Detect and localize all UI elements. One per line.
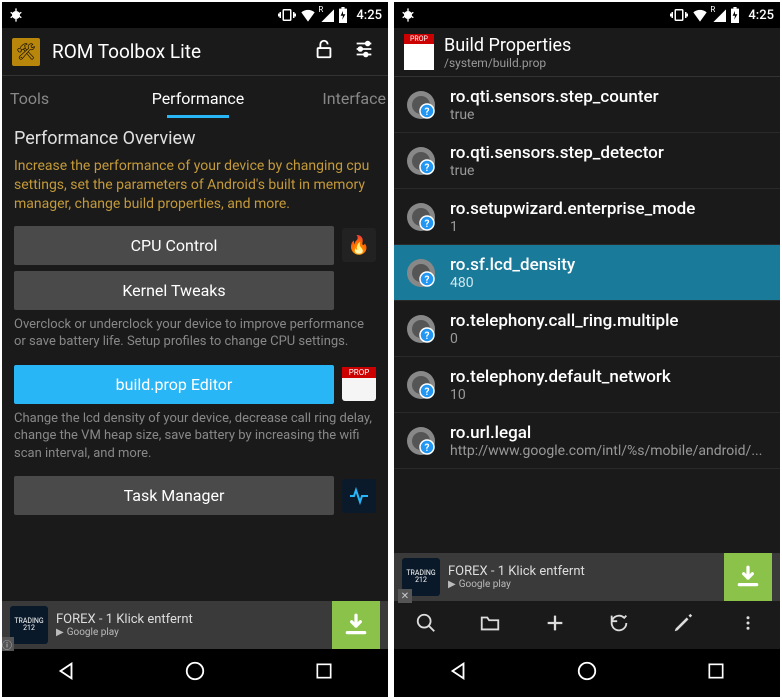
gear-icon <box>404 144 438 178</box>
page-path: /system/build.prop <box>444 56 770 70</box>
settings-sliders-icon[interactable] <box>350 38 378 65</box>
back-button[interactable] <box>428 660 488 687</box>
pulse-icon[interactable] <box>342 479 376 513</box>
status-time: 4:25 <box>356 8 382 23</box>
prop-key: ro.url.legal <box>450 423 770 443</box>
ad-title: FOREX - 1 Klick entfernt <box>448 564 716 579</box>
cpu-control-button[interactable]: CPU Control <box>14 226 334 265</box>
cpu-desc: Overclock or underclock your device to i… <box>14 316 376 351</box>
prop-value: true <box>450 107 770 123</box>
battery-icon <box>730 7 740 23</box>
tab-performance[interactable]: Performance <box>135 89 260 118</box>
status-time: 4:25 <box>748 8 774 23</box>
tab-bar: Tools Performance Interface <box>2 76 388 118</box>
prop-row[interactable]: ro.telephony.call_ring.multiple0 <box>394 301 780 357</box>
download-icon[interactable] <box>332 601 380 649</box>
gear-icon <box>404 368 438 402</box>
restore-icon[interactable] <box>599 612 639 639</box>
fire-icon[interactable]: 🔥 <box>342 228 376 262</box>
search-icon[interactable] <box>406 612 446 639</box>
ad-info-icon[interactable]: ⓘ <box>2 637 14 651</box>
gear-icon <box>404 200 438 234</box>
wifi-icon <box>300 8 316 22</box>
prop-file-icon[interactable]: PROP <box>342 367 376 401</box>
unlock-icon[interactable] <box>310 38 338 65</box>
prop-key: ro.qti.sensors.step_detector <box>450 143 770 163</box>
signal-icon: R <box>712 8 726 22</box>
ad-title: FOREX - 1 Klick entfernt <box>56 612 324 627</box>
ad-text: FOREX - 1 Klick entfernt ▶ Google play <box>448 564 716 590</box>
prop-row[interactable]: ro.sf.lcd_density480 <box>394 245 780 301</box>
ad-banner[interactable]: TRADING212 FOREX - 1 Klick entfernt ▶ Go… <box>394 553 780 601</box>
app-bar: 🛠 ROM Toolbox Lite <box>2 28 388 76</box>
prop-key: ro.qti.sensors.step_counter <box>450 87 770 107</box>
gear-icon <box>404 424 438 458</box>
add-icon[interactable] <box>535 612 575 639</box>
home-button[interactable] <box>165 660 225 687</box>
status-bar: R 4:25 <box>394 2 780 28</box>
prop-value: http://www.google.com/intl/%s/mobile/and… <box>450 443 770 459</box>
task-manager-button[interactable]: Task Manager <box>14 476 334 515</box>
app-title: ROM Toolbox Lite <box>52 40 298 63</box>
edit-icon[interactable] <box>663 612 703 639</box>
prop-value: 10 <box>450 387 770 403</box>
home-button[interactable] <box>557 660 617 687</box>
prop-key: ro.telephony.default_network <box>450 367 770 387</box>
wifi-icon <box>692 8 708 22</box>
tab-interface[interactable]: Interface <box>261 89 388 118</box>
gear-icon <box>404 256 438 290</box>
prop-row[interactable]: ro.url.legalhttp://www.google.com/intl/%… <box>394 413 780 469</box>
prop-row[interactable]: ro.qti.sensors.step_countertrue <box>394 77 780 133</box>
prop-key: ro.sf.lcd_density <box>450 255 770 275</box>
header: PROP Build Properties /system/build.prop <box>394 28 780 77</box>
recent-button[interactable] <box>294 661 354 686</box>
prop-row[interactable]: ro.telephony.default_network10 <box>394 357 780 413</box>
overflow-icon[interactable] <box>728 612 768 639</box>
debug-icon <box>8 7 24 23</box>
page-title: Build Properties <box>444 35 770 56</box>
app-icon: 🛠 <box>12 38 40 66</box>
debug-icon <box>400 7 416 23</box>
buildprop-editor-button[interactable]: build.prop Editor <box>14 365 334 404</box>
nav-bar <box>394 649 780 697</box>
prop-key: ro.setupwizard.enterprise_mode <box>450 199 770 219</box>
vibrate-icon <box>278 8 296 22</box>
prop-list[interactable]: ro.qti.sensors.step_countertruero.qti.se… <box>394 77 780 553</box>
ad-store: ▶ Google play <box>56 627 324 638</box>
screen-rom-toolbox: R 4:25 🛠 ROM Toolbox Lite Tools Performa… <box>2 2 388 697</box>
bottom-toolbar <box>394 601 780 649</box>
prop-row[interactable]: ro.setupwizard.enterprise_mode1 <box>394 189 780 245</box>
signal-icon: R <box>320 8 334 22</box>
prop-value: 0 <box>450 331 770 347</box>
battery-icon <box>338 7 348 23</box>
ad-text: FOREX - 1 Klick entfernt ▶ Google play <box>56 612 324 638</box>
gear-icon <box>404 312 438 346</box>
prop-value: 1 <box>450 219 770 235</box>
download-icon[interactable] <box>724 553 772 601</box>
vibrate-icon <box>670 8 688 22</box>
ad-store: ▶ Google play <box>448 579 716 590</box>
status-bar: R 4:25 <box>2 2 388 28</box>
nav-bar <box>2 649 388 697</box>
prop-value: true <box>450 163 770 179</box>
prop-file-icon: PROP <box>404 34 434 70</box>
tab-tools[interactable]: Tools <box>2 89 135 118</box>
ad-logo: TRADING212 <box>10 606 48 644</box>
performance-content: Performance Overview Increase the perfor… <box>2 118 388 601</box>
back-button[interactable] <box>36 660 96 687</box>
kernel-tweaks-button[interactable]: Kernel Tweaks <box>14 271 334 310</box>
screen-build-properties: R 4:25 PROP Build Properties /system/bui… <box>394 2 780 697</box>
recent-button[interactable] <box>686 661 746 686</box>
prop-row[interactable]: ro.qti.sensors.step_detectortrue <box>394 133 780 189</box>
ad-banner[interactable]: ⓘ TRADING212 FOREX - 1 Klick entfernt ▶ … <box>2 601 388 649</box>
section-desc: Increase the performance of your device … <box>14 157 376 214</box>
prop-key: ro.telephony.call_ring.multiple <box>450 311 770 331</box>
section-title: Performance Overview <box>14 128 376 149</box>
buildprop-desc: Change the lcd density of your device, d… <box>14 410 376 463</box>
ad-close-icon[interactable]: ✕ <box>398 589 412 603</box>
folder-icon[interactable] <box>470 612 510 639</box>
gear-icon <box>404 88 438 122</box>
prop-value: 480 <box>450 275 770 291</box>
